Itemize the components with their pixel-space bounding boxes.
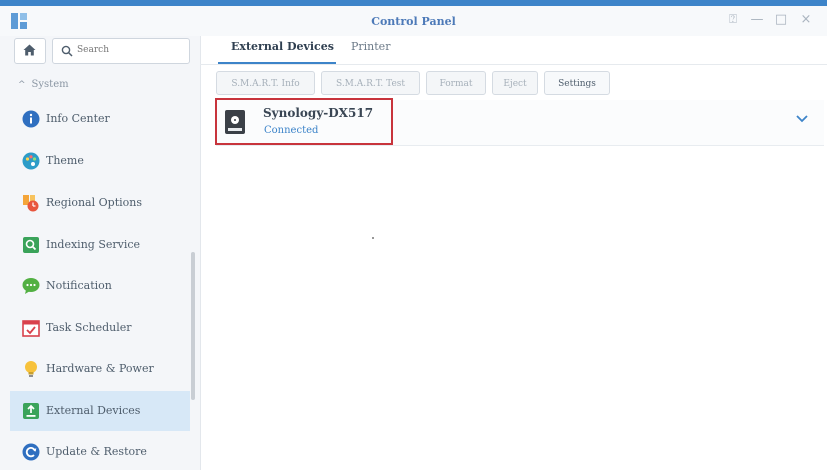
palette-icon <box>22 152 40 170</box>
sidebar-item-regional-options[interactable]: Regional Options <box>10 183 190 223</box>
sidebar-item-info-center[interactable]: Info Center <box>10 99 190 139</box>
regional-clock-icon <box>22 194 40 212</box>
section-header-system[interactable]: ^ System <box>18 79 69 90</box>
lightbulb-icon <box>22 360 40 378</box>
sidebar-item-notification[interactable]: Notification <box>10 266 190 306</box>
chevron-down-icon[interactable] <box>796 115 808 123</box>
sidebar-item-hardware-power[interactable]: Hardware & Power <box>10 349 190 389</box>
tab-external-devices[interactable]: External Devices <box>231 40 334 53</box>
sidebar-item-task-scheduler[interactable]: Task Scheduler <box>10 308 190 348</box>
window-title: Control Panel <box>371 15 456 28</box>
eject-button[interactable]: Eject <box>492 71 538 95</box>
sidebar-item-label: Task Scheduler <box>46 321 132 334</box>
external-device-icon <box>22 402 40 420</box>
format-button[interactable]: Format <box>426 71 486 95</box>
home-icon <box>23 44 36 56</box>
search-icon <box>61 45 73 57</box>
sidebar-item-indexing-service[interactable]: Indexing Service <box>10 225 190 265</box>
sidebar-item-label: Notification <box>46 279 112 292</box>
chat-bubble-icon <box>22 277 40 295</box>
sidebar-item-label: Theme <box>46 154 84 167</box>
device-highlight-box <box>215 98 393 145</box>
pin-icon[interactable]: ⍰ <box>724 12 742 27</box>
sidebar-item-label: Hardware & Power <box>46 362 154 375</box>
sidebar-item-external-devices[interactable]: External Devices <box>10 391 190 431</box>
close-button[interactable]: × <box>797 12 815 27</box>
sidebar-item-label: Regional Options <box>46 196 142 209</box>
home-button[interactable] <box>14 38 46 64</box>
calendar-check-icon <box>22 319 40 337</box>
section-label: System <box>31 79 69 90</box>
smart-info-button[interactable]: S.M.A.R.T. Info <box>216 71 315 95</box>
search-field[interactable] <box>52 38 190 64</box>
settings-button[interactable]: Settings <box>544 71 610 95</box>
decorative-dot <box>372 237 374 239</box>
info-icon <box>22 110 40 128</box>
smart-test-button[interactable]: S.M.A.R.T. Test <box>321 71 420 95</box>
maximize-button[interactable]: □ <box>772 12 790 27</box>
search-input[interactable] <box>77 42 181 58</box>
sidebar-item-label: External Devices <box>46 404 141 417</box>
sidebar-item-update-restore[interactable]: Update & Restore <box>10 432 190 472</box>
minimize-button[interactable]: — <box>748 12 766 27</box>
sidebar-item-theme[interactable]: Theme <box>10 141 190 181</box>
sidebar-item-label: Update & Restore <box>46 445 147 458</box>
tab-printer[interactable]: Printer <box>351 40 390 53</box>
indexing-search-icon <box>22 236 40 254</box>
sidebar-item-label: Indexing Service <box>46 238 141 251</box>
sidebar-scrollbar[interactable] <box>191 252 195 400</box>
sidebar-item-label: Info Center <box>46 112 110 125</box>
tab-divider <box>200 64 827 65</box>
refresh-icon <box>22 443 40 461</box>
chevron-up-icon: ^ <box>18 80 26 90</box>
